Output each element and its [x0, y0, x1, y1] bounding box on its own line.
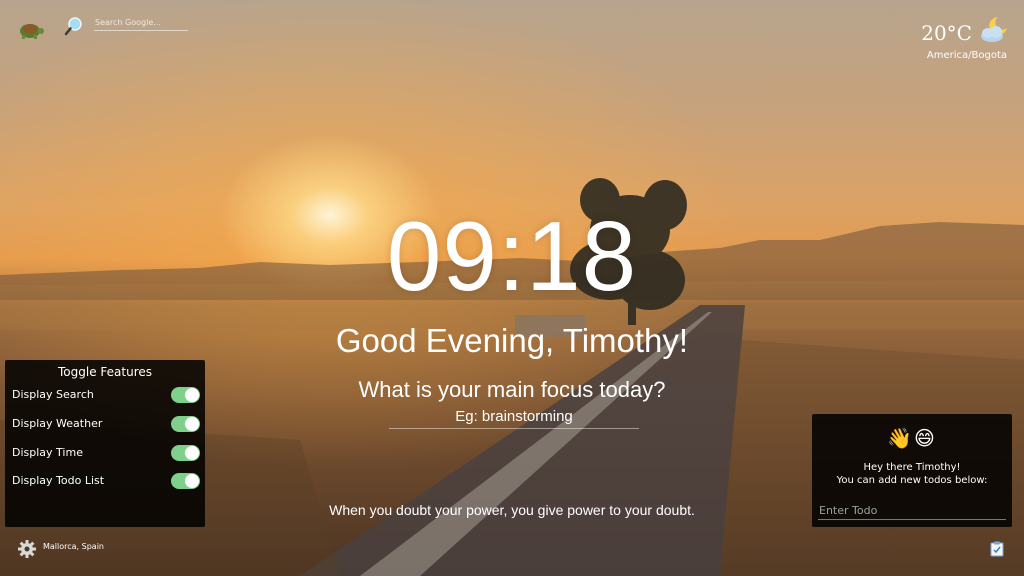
search-icon[interactable]: [64, 16, 84, 36]
turtle-logo-icon[interactable]: [18, 19, 44, 41]
partly-cloudy-night-icon: [981, 17, 1007, 42]
toggle-row-search: Display Search: [12, 386, 200, 404]
toggle-switch-weather[interactable]: [171, 416, 200, 432]
toggle-label: Display Todo List: [12, 474, 105, 487]
todo-greeting: Hey there Timothy!: [863, 462, 961, 473]
toggle-row-todo: Display Todo List: [12, 472, 200, 490]
clock-time: 09:18: [386, 201, 638, 311]
toggle-row-time: Display Time: [12, 444, 200, 462]
weather-timezone: America/Bogota: [926, 50, 1007, 61]
focus-input[interactable]: [389, 404, 639, 429]
todo-input[interactable]: [818, 502, 1006, 520]
toggle-features-panel: Toggle Features Display Search Display W…: [5, 360, 205, 527]
search-input[interactable]: [94, 14, 188, 31]
location-text: Mallorca, Spain: [43, 542, 104, 551]
toggle-label: Display Time: [12, 446, 83, 459]
panel-title: Toggle Features: [58, 365, 152, 379]
todo-panel: 👋 😄 Hey there Timothy! You can add new t…: [812, 414, 1012, 527]
clipboard-icon[interactable]: [990, 541, 1004, 557]
smile-emoji-icon: 😄: [914, 426, 935, 450]
toggle-switch-todo[interactable]: [171, 473, 200, 489]
gear-icon[interactable]: [17, 539, 37, 559]
toggle-label: Display Weather: [12, 417, 103, 430]
toggle-switch-search[interactable]: [171, 387, 200, 403]
toggle-row-weather: Display Weather: [12, 415, 200, 433]
weather-temperature: 20°C: [921, 21, 972, 45]
todo-subtitle: You can add new todos below:: [836, 475, 988, 486]
toggle-label: Display Search: [12, 388, 94, 401]
toggle-switch-time[interactable]: [171, 445, 200, 461]
greeting-text: Good Evening, Timothy!: [335, 322, 689, 359]
wave-emoji-icon: 👋: [887, 426, 912, 450]
